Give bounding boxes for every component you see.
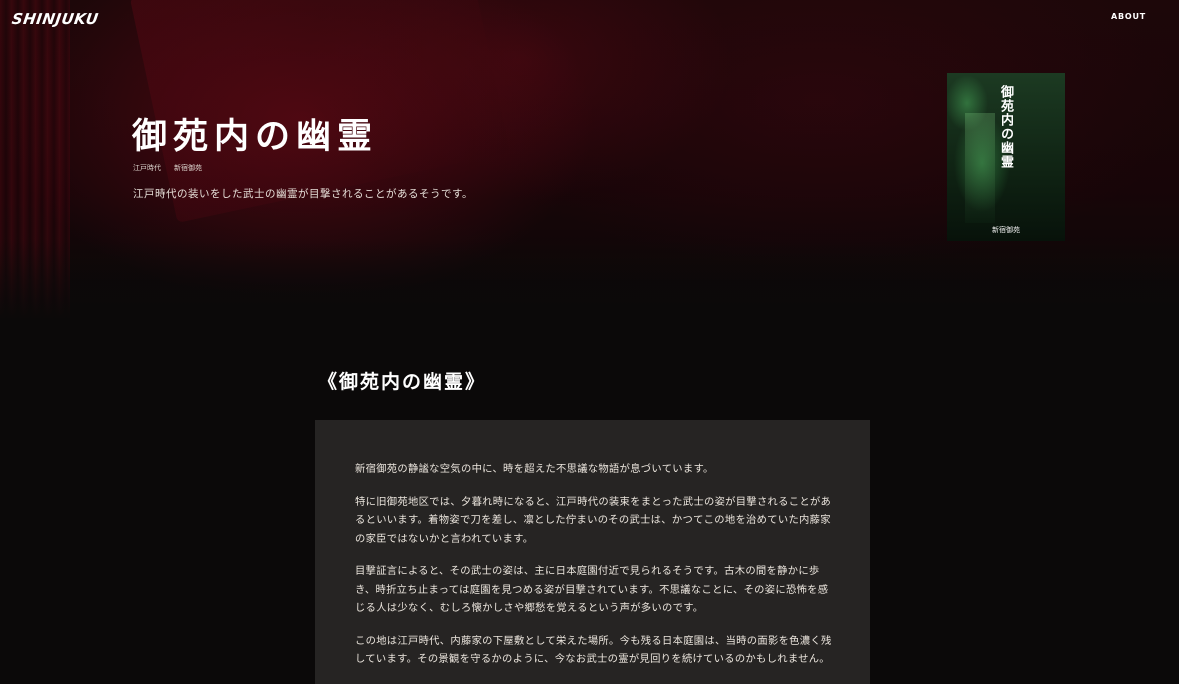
tag-location[interactable]: 新宿御苑 [174, 163, 202, 173]
article-body: 新宿御苑の静謐な空気の中に、時を超えた不思議な物語が息づいています。 特に旧御苑… [315, 420, 870, 684]
hero-tags: 江戸時代 新宿御苑 [133, 163, 202, 173]
cover-card[interactable]: 御苑内の幽霊 新宿御苑 [947, 73, 1065, 241]
hero-section: SHINJUKU ABOUT 御苑内の幽霊 江戸時代 新宿御苑 江戸時代の装いを… [0, 0, 1179, 320]
cover-image [965, 113, 995, 223]
tag-era[interactable]: 江戸時代 [133, 163, 161, 173]
hero-title: 御苑内の幽霊 [132, 116, 379, 157]
page: SHINJUKU ABOUT 御苑内の幽霊 江戸時代 新宿御苑 江戸時代の装いを… [0, 0, 1179, 684]
hero-fade [0, 240, 1179, 320]
nav-about-link[interactable]: ABOUT [1111, 12, 1146, 21]
cover-subtitle: 新宿御苑 [992, 226, 1020, 234]
article-paragraph: 新宿御苑の静謐な空気の中に、時を超えた不思議な物語が息づいています。 [355, 463, 714, 475]
site-logo[interactable]: SHINJUKU [11, 10, 100, 28]
cover-title: 御苑内の幽霊 [998, 85, 1013, 169]
article-heading: 《御苑内の幽霊》 [318, 371, 487, 393]
article-paragraph: 目撃証言によると、その武士の姿は、主に日本庭園付近で見られるそうです。古木の間を… [355, 565, 829, 614]
article-paragraph: 特に旧御苑地区では、夕暮れ時になると、江戸時代の装束をまとった武士の姿が目撃され… [355, 495, 832, 545]
hero-description: 江戸時代の装いをした武士の幽霊が目撃されることがあるそうです。 [133, 188, 473, 200]
article-paragraph: この地は江戸時代、内藤家の下屋敷として栄えた場所。今も残る日本庭園は、当時の面影… [355, 634, 832, 666]
